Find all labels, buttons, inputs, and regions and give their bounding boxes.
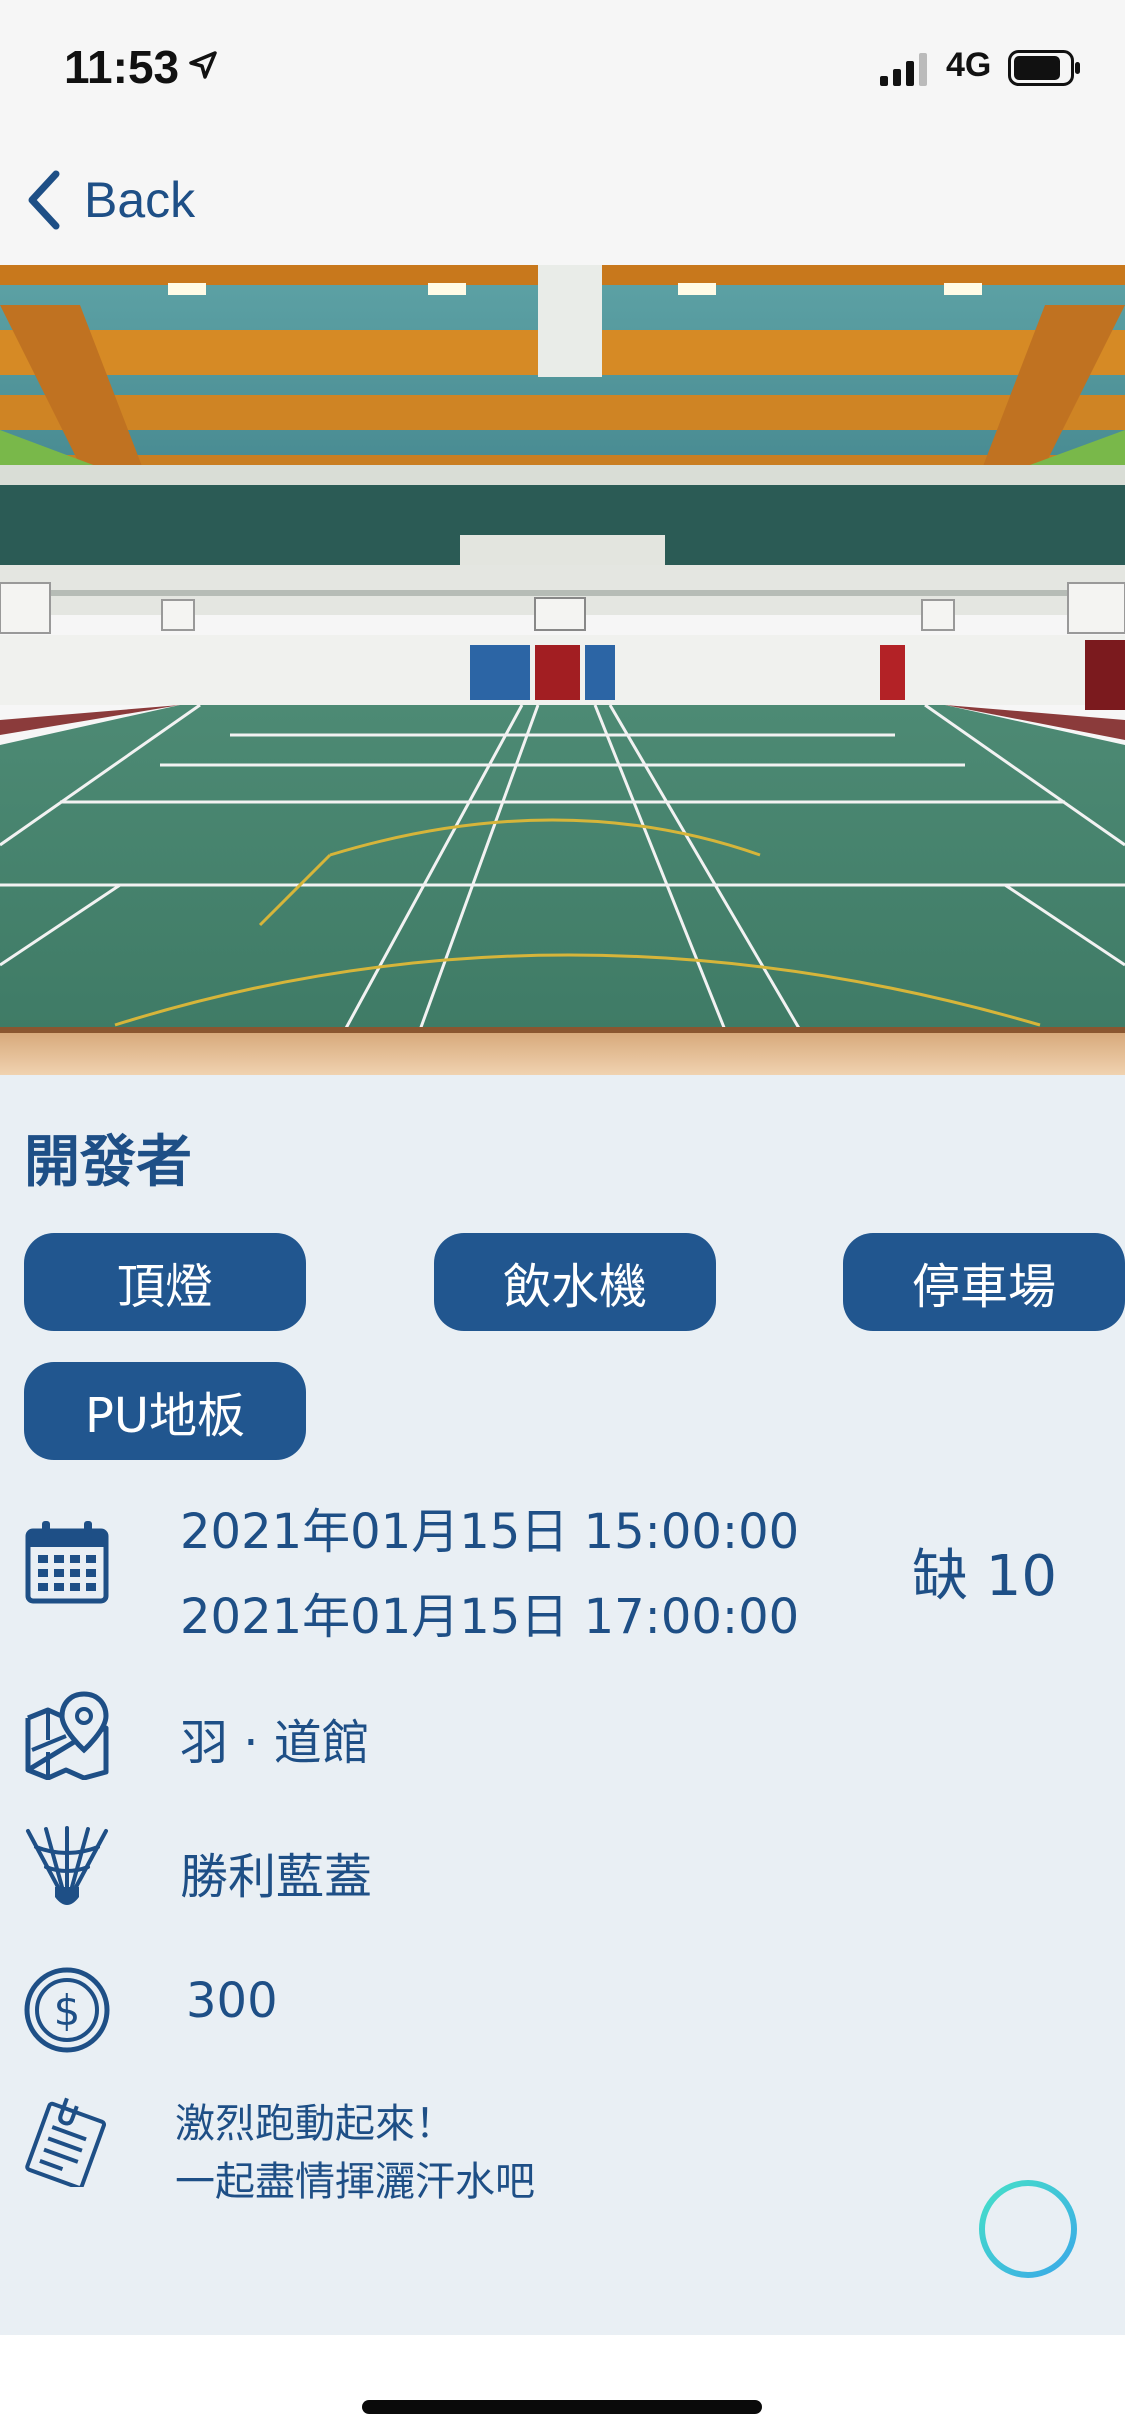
home-indicator[interactable] [362,2400,762,2414]
end-datetime: 2021年01月15日 17:00:00 [180,1589,800,1645]
map-pin-icon [25,1691,109,1780]
shuttlecock-brand: 勝利藍蓋 [180,1849,373,1905]
event-note: 激烈跑動起來！ 一起盡情揮灑汗水吧 [175,2095,535,2211]
calendar-icon [25,1521,109,1604]
players-needed: 缺 10 [912,1544,1058,1609]
svg-text:$: $ [54,1986,81,2035]
status-bar: 11:53 4G [0,0,1125,135]
note-clip-icon [25,2097,107,2187]
event-title: 開發者 [24,1130,192,1195]
note-line-2: 一起盡情揮灑汗水吧 [175,2159,535,2205]
tag-water-dispenser[interactable]: 飲水機 [434,1233,716,1331]
court-photo [0,265,1125,1075]
dollar-coin-icon: $ [24,1967,110,2053]
tag-parking[interactable]: 停車場 [843,1233,1125,1331]
back-button[interactable]: Back [24,165,195,235]
shuttlecock-icon [26,1826,108,1905]
status-time: 11:53 [64,41,180,93]
add-circle-icon[interactable] [976,2177,1080,2281]
start-datetime: 2021年01月15日 15:00:00 [180,1504,800,1560]
home-indicator-area [0,2335,1125,2436]
back-label: Back [84,172,196,228]
court-illustration [0,265,1125,1075]
event-detail-panel: 開發者 頂燈 飲水機 停車場 PU地板 2021年01月15日 15:00:00… [0,1075,1125,2335]
venue-name: 羽 · 道館 [180,1715,370,1771]
network-type: 4G [946,46,992,84]
tag-pu-floor[interactable]: PU地板 [24,1362,306,1460]
chevron-left-icon [28,170,60,230]
location-arrow-icon [189,51,217,79]
note-line-1: 激烈跑動起來！ [175,2101,455,2147]
battery-icon [1008,50,1080,86]
tag-ceiling-light[interactable]: 頂燈 [24,1233,306,1331]
navigation-bar: Back [0,135,1125,265]
cellular-signal-icon [880,53,927,86]
fee-amount: 300 [186,1973,278,2029]
